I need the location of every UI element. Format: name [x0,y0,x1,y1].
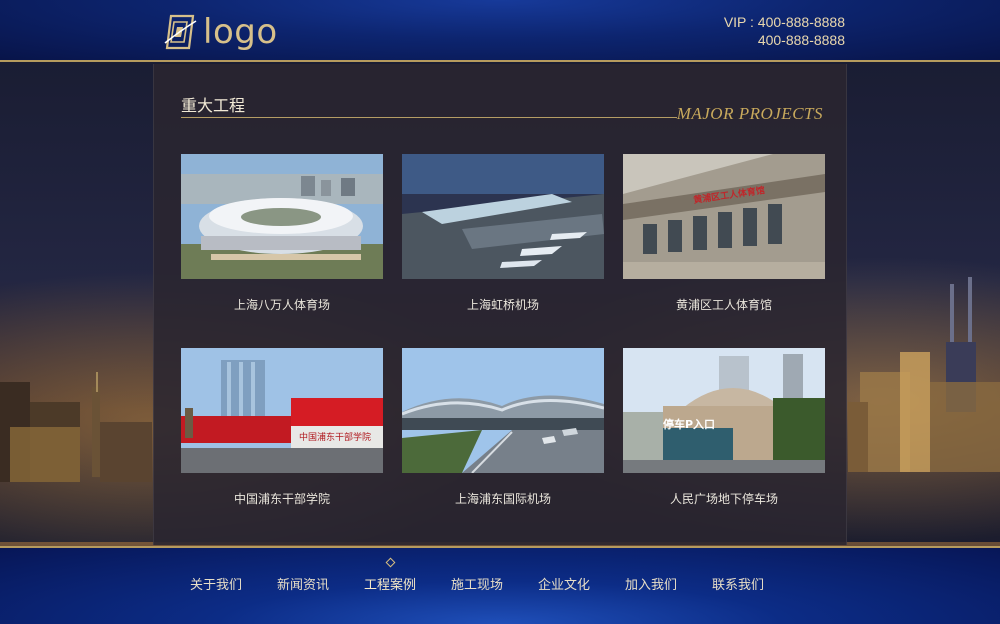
section-title: 重大工程 [181,96,246,115]
project-caption[interactable]: 人民广场地下停车场 [623,490,825,507]
project-caption[interactable]: 上海八万人体育场 [181,296,383,313]
project-photo-hongqiao[interactable] [402,154,604,279]
logo-text: logo [203,12,278,52]
project-card[interactable]: 上海虹桥机场 [402,154,604,313]
project-card[interactable]: 停车P入口 人民广场地下停车场 [623,348,825,507]
project-caption[interactable]: 上海虹桥机场 [402,296,604,313]
main-nav: 关于我们 新闻资讯 工程案例 施工现场 企业文化 加入我们 联系我们 [190,557,772,593]
nav-item-label[interactable]: 联系我们 [712,574,772,593]
project-photo-gymnasium[interactable]: 黄浦区工人体育馆 [623,154,825,279]
project-photo-parking[interactable]: 停车P入口 [623,348,825,473]
nav-item-news[interactable]: 新闻资讯 [277,574,364,593]
hotline: VIP : 400-888-8888 400-888-8888 [724,13,845,49]
logo[interactable]: logo [163,12,278,52]
projects-panel: 重大工程 MAJOR PROJECTS 上海八万人体育场 上海虹桥机场 黄浦区工… [153,64,847,545]
project-photo-stadium[interactable] [181,154,383,279]
site-header: logo VIP : 400-888-8888 400-888-8888 [0,0,1000,62]
title-divider [181,117,677,118]
section-title-en: MAJOR PROJECTS [676,104,823,123]
nav-item-site[interactable]: 施工现场 [451,574,538,593]
project-card[interactable]: 上海八万人体育场 [181,154,383,313]
active-diamond-icon [385,557,396,568]
nav-item-culture[interactable]: 企业文化 [538,574,625,593]
project-card[interactable]: 黄浦区工人体育馆 黄浦区工人体育馆 [623,154,825,313]
project-caption[interactable]: 中国浦东干部学院 [181,490,383,507]
footer-nav-bar: 关于我们 新闻资讯 工程案例 施工现场 企业文化 加入我们 联系我们 [0,546,1000,624]
logo-mark-icon [164,14,197,50]
academy-sign: 中国浦东干部学院 [299,433,372,443]
project-card[interactable]: 上海浦东国际机场 [402,348,604,507]
project-photo-pudong[interactable] [402,348,604,473]
project-caption[interactable]: 上海浦东国际机场 [402,490,604,507]
nav-item-label[interactable]: 施工现场 [451,574,538,593]
project-card[interactable]: 中国浦东干部学院 中国浦东干部学院 [181,348,383,507]
nav-item-about[interactable]: 关于我们 [190,574,277,593]
nav-item-label[interactable]: 加入我们 [625,574,712,593]
nav-item-label[interactable]: 工程案例 [364,574,451,593]
nav-item-cases[interactable]: 工程案例 [364,557,451,593]
nav-item-label[interactable]: 新闻资讯 [277,574,364,593]
project-caption[interactable]: 黄浦区工人体育馆 [623,296,825,313]
hotline-line-1: VIP : 400-888-8888 [723,14,845,30]
project-photo-academy[interactable]: 中国浦东干部学院 [181,348,383,473]
nav-item-label[interactable]: 企业文化 [538,574,625,593]
hotline-line-2: 400-888-8888 [757,32,845,48]
nav-item-label[interactable]: 关于我们 [190,574,277,593]
nav-item-join[interactable]: 加入我们 [625,574,712,593]
nav-item-contact[interactable]: 联系我们 [712,574,772,593]
parking-sign: 停车P入口 [663,418,716,431]
